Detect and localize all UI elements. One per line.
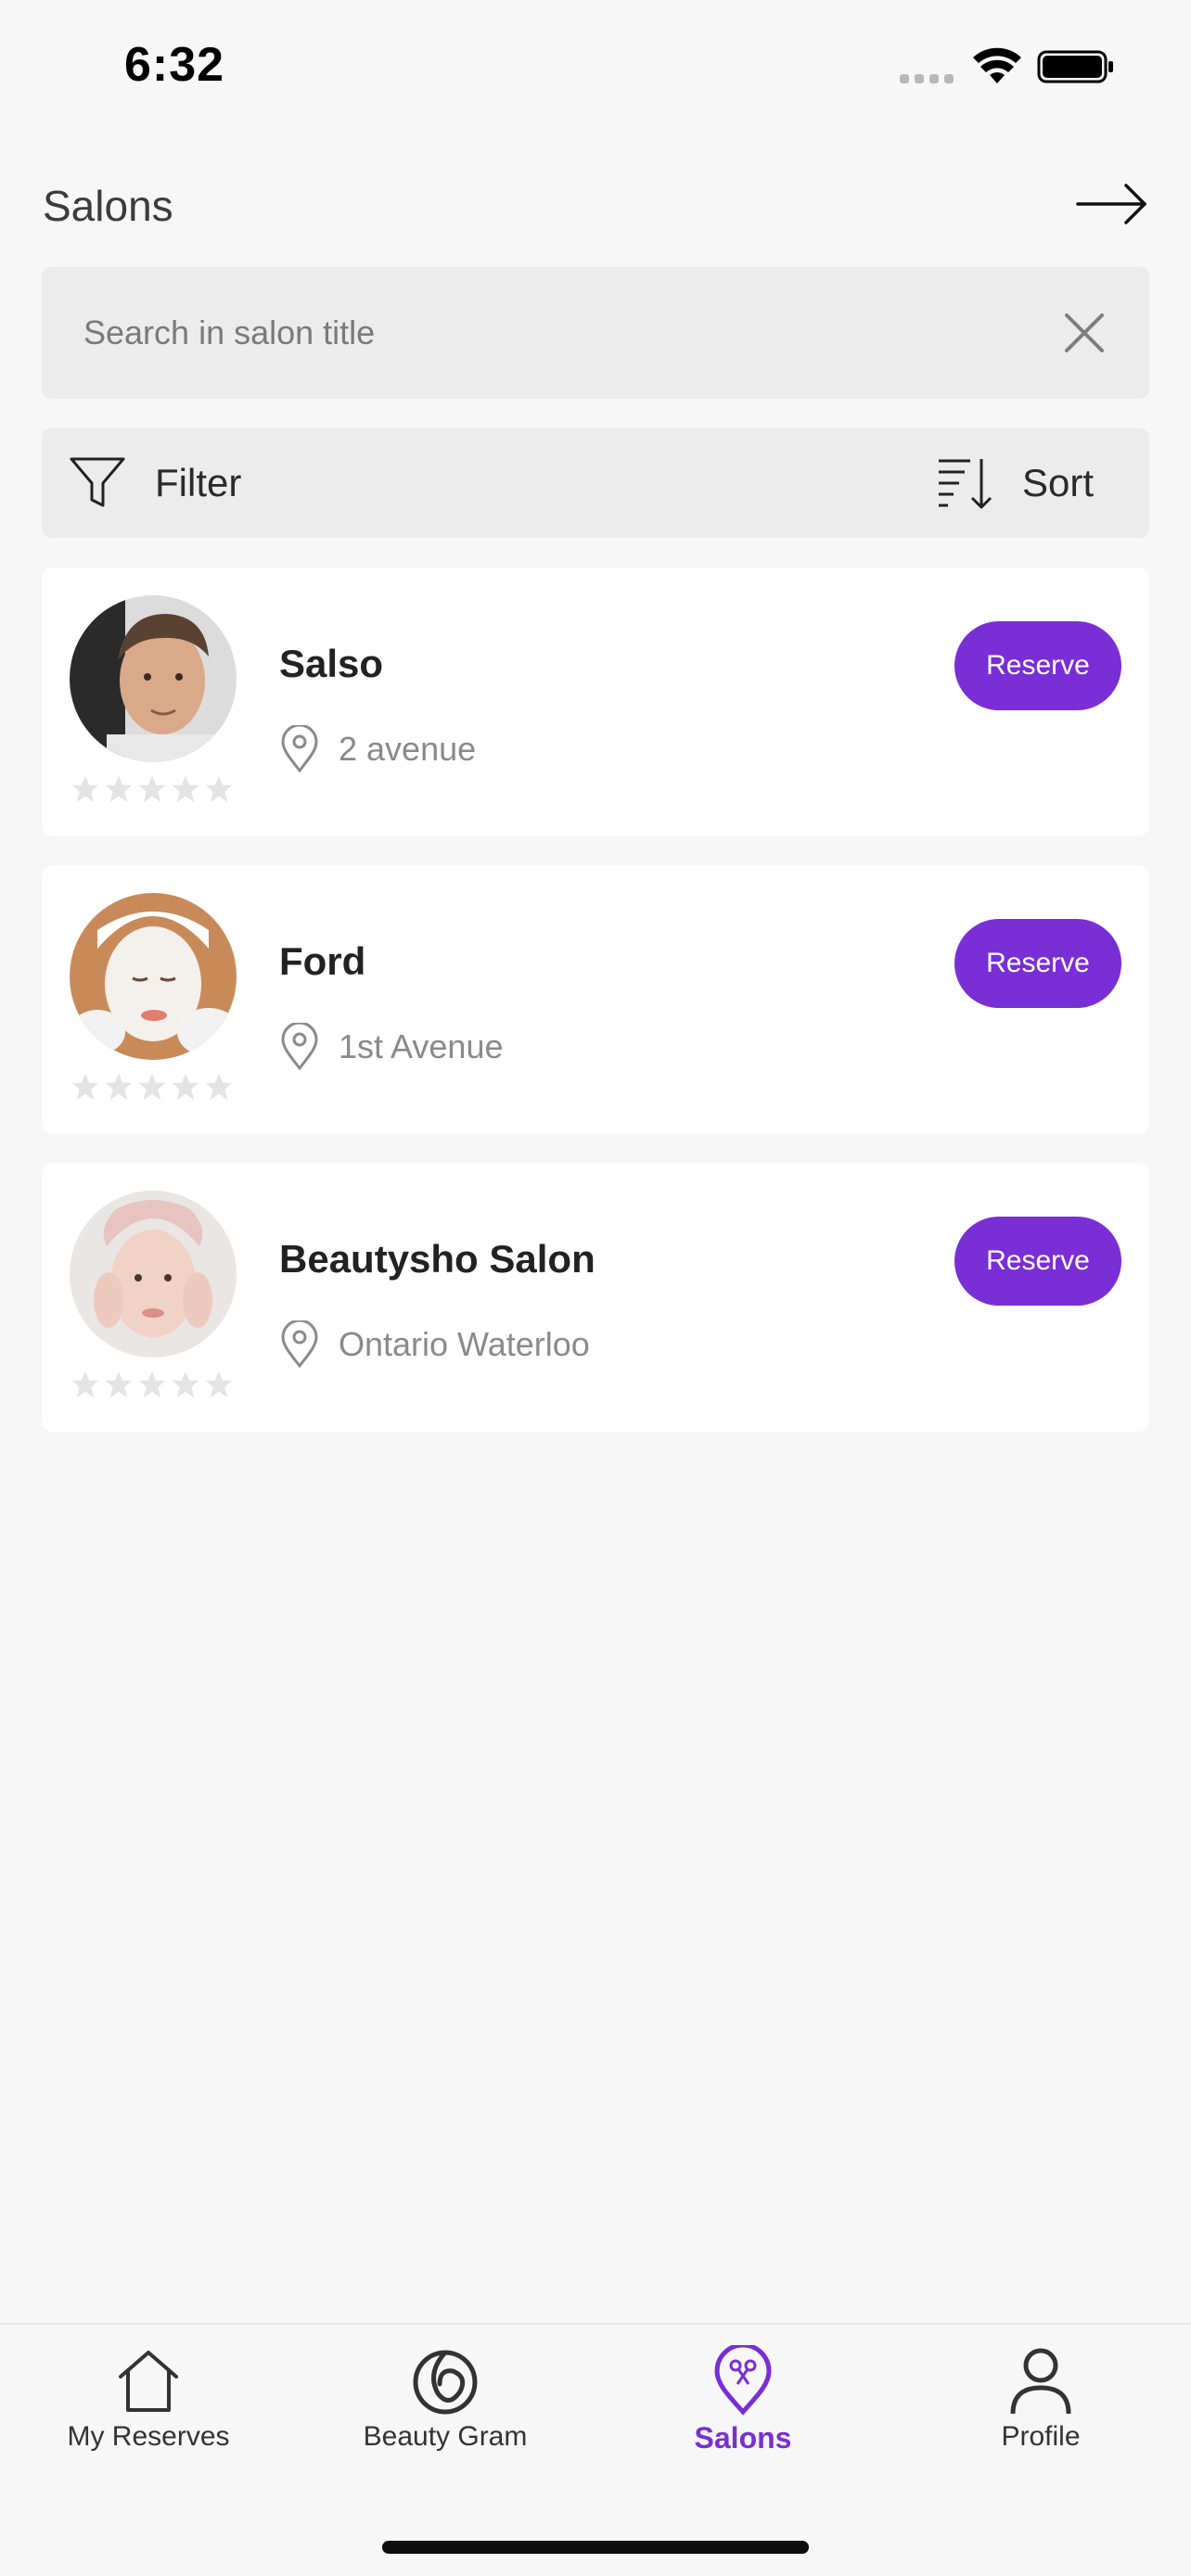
search-input[interactable]	[83, 267, 1011, 399]
reserve-button[interactable]: Reserve	[954, 621, 1121, 710]
salon-location: Ontario Waterloo	[279, 1320, 590, 1369]
wifi-icon	[973, 47, 1021, 83]
salon-avatar	[70, 893, 237, 1060]
salon-card[interactable]: Salso 2 avenue Reserve	[42, 567, 1149, 836]
tab-label: My Reserves	[67, 2421, 230, 2452]
sort-label: Sort	[1021, 461, 1094, 504]
star-icon	[205, 1371, 233, 1398]
star-icon	[138, 1371, 166, 1398]
tab-label: Profile	[1001, 2421, 1081, 2452]
rating-stars	[70, 773, 235, 805]
page-title: Salons	[43, 182, 173, 230]
filter-label: Filter	[155, 461, 242, 504]
battery-icon	[1037, 50, 1113, 83]
star-icon	[105, 1073, 133, 1101]
salon-address: Ontario Waterloo	[339, 1325, 590, 1363]
star-icon	[71, 1073, 99, 1101]
salon-avatar	[70, 1191, 237, 1358]
status-time: 6:32	[124, 38, 225, 92]
arrow-right-icon[interactable]	[1074, 176, 1150, 232]
cellular-signal-icon	[900, 74, 954, 83]
location-pin-icon	[281, 725, 318, 773]
bottom-tab-bar: My Reserves Beauty Gram Salons Profile	[0, 2323, 1191, 2576]
salon-location: 1st Avenue	[279, 1023, 504, 1071]
star-icon	[172, 1371, 199, 1398]
home-indicator[interactable]	[382, 2541, 809, 2554]
star-icon	[138, 775, 166, 803]
status-bar: 6:32	[0, 0, 1191, 139]
filter-icon	[70, 457, 125, 507]
home-icon	[119, 2351, 178, 2412]
reserve-button[interactable]: Reserve	[954, 919, 1121, 1008]
beauty-gram-icon	[413, 2350, 478, 2415]
salon-pin-icon	[714, 2345, 772, 2416]
tab-label: Salons	[694, 2421, 792, 2455]
sort-button[interactable]: Sort	[935, 428, 1094, 538]
close-icon[interactable]	[1061, 310, 1108, 356]
filter-sort-bar: Filter Sort	[42, 428, 1149, 538]
tab-my-reserves[interactable]: My Reserves	[28, 2345, 269, 2484]
star-icon	[71, 1371, 99, 1398]
profile-icon	[1010, 2348, 1071, 2415]
tab-beauty-gram[interactable]: Beauty Gram	[325, 2345, 566, 2484]
salon-name: Beautysho Salon	[279, 1237, 596, 1281]
star-icon	[205, 1073, 233, 1101]
tab-profile[interactable]: Profile	[920, 2345, 1161, 2484]
star-icon	[205, 775, 233, 803]
salon-location: 2 avenue	[279, 725, 476, 773]
salons-screen: 6:32 Salons Filt	[0, 0, 1191, 2576]
sort-icon	[938, 459, 992, 509]
filter-button[interactable]: Filter	[68, 428, 241, 538]
salon-card[interactable]: Beautysho Salon Ontario Waterloo Reserve	[42, 1163, 1149, 1432]
rating-stars	[70, 1369, 235, 1400]
salon-card[interactable]: Ford 1st Avenue Reserve	[42, 865, 1149, 1134]
salon-name: Salso	[279, 642, 384, 685]
star-icon	[71, 775, 99, 803]
star-icon	[172, 775, 199, 803]
star-icon	[105, 1371, 133, 1398]
search-bar	[42, 267, 1149, 399]
tab-label: Beauty Gram	[363, 2421, 528, 2452]
star-icon	[172, 1073, 199, 1101]
salon-address: 1st Avenue	[339, 1027, 504, 1065]
salon-avatar	[70, 595, 237, 762]
reserve-button[interactable]: Reserve	[954, 1217, 1121, 1306]
location-pin-icon	[281, 1320, 318, 1369]
salon-address: 2 avenue	[339, 730, 477, 768]
star-icon	[105, 775, 133, 803]
tab-salons[interactable]: Salons	[622, 2345, 864, 2484]
location-pin-icon	[281, 1023, 318, 1071]
star-icon	[138, 1073, 166, 1101]
rating-stars	[70, 1071, 235, 1103]
salon-name: Ford	[279, 939, 366, 983]
